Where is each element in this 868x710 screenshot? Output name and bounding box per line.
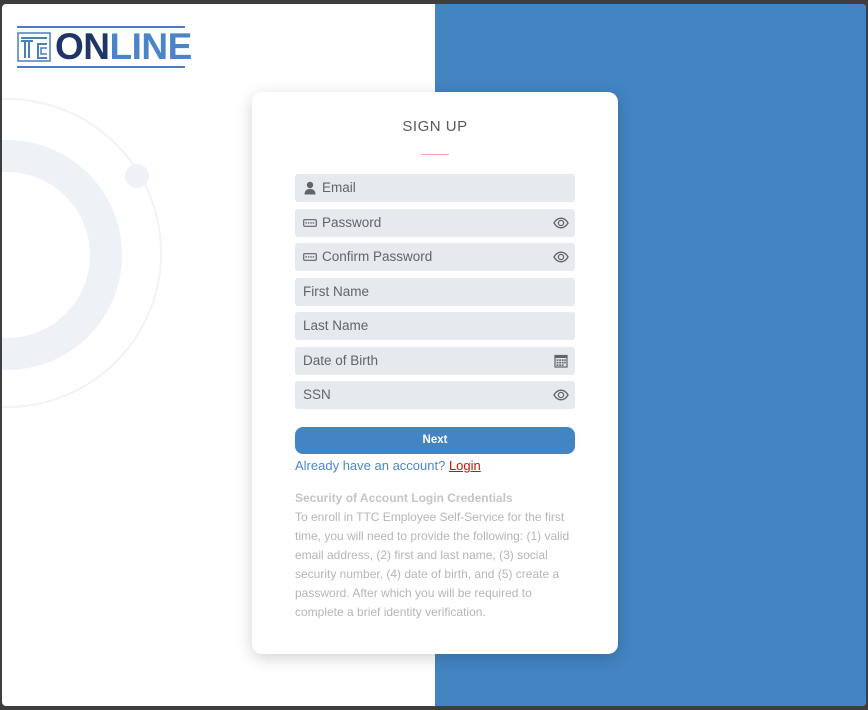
eye-icon[interactable] <box>553 215 569 231</box>
app-window: ONLINE SIGN UP Email Password Confirm Pa… <box>2 4 866 706</box>
next-button[interactable]: Next <box>295 427 575 454</box>
logo-wordmark: ONLINE <box>55 28 192 66</box>
confirm-password-field[interactable]: Confirm Password <box>295 243 575 271</box>
eye-icon[interactable] <box>553 387 569 403</box>
logo-text-on: ON <box>55 26 110 67</box>
email-placeholder: Email <box>322 180 356 195</box>
last-name-field[interactable]: Last Name <box>295 312 575 340</box>
eye-icon[interactable] <box>553 249 569 265</box>
ssn-field[interactable]: SSN <box>295 381 575 409</box>
decorative-dot <box>125 164 149 188</box>
first-name-placeholder: First Name <box>303 284 370 299</box>
ttc-online-logo: ONLINE <box>17 26 192 70</box>
ssn-placeholder: SSN <box>303 387 331 402</box>
page-title: SIGN UP <box>402 118 468 135</box>
calendar-icon[interactable] <box>553 353 569 369</box>
logo-text-line: LINE <box>109 26 193 67</box>
ttc-logo-mark-icon <box>17 32 51 62</box>
first-name-field[interactable]: First Name <box>295 278 575 306</box>
login-link[interactable]: Login <box>449 458 481 473</box>
user-icon <box>304 181 316 195</box>
login-prompt: Already have an account? Login <box>295 457 481 475</box>
date-of-birth-field[interactable]: Date of Birth <box>295 347 575 375</box>
last-name-placeholder: Last Name <box>303 318 369 333</box>
security-body: To enroll in TTC Employee Self-Service f… <box>295 510 570 620</box>
date-of-birth-placeholder: Date of Birth <box>303 353 379 368</box>
security-notice: Security of Account Login Credentials To… <box>295 489 580 623</box>
security-title: Security of Account Login Credentials <box>295 491 513 505</box>
password-field[interactable]: Password <box>295 209 575 237</box>
email-field[interactable]: Email <box>295 174 575 202</box>
account-question-text: Already have an account? <box>295 458 446 473</box>
signup-card: SIGN UP Email Password Confirm Password … <box>252 92 618 654</box>
title-underline <box>421 154 449 155</box>
keyboard-icon <box>303 219 317 227</box>
logo-bottom-rule <box>17 66 185 68</box>
keyboard-icon <box>303 253 317 261</box>
password-placeholder: Password <box>322 215 382 230</box>
confirm-password-placeholder: Confirm Password <box>322 249 433 264</box>
